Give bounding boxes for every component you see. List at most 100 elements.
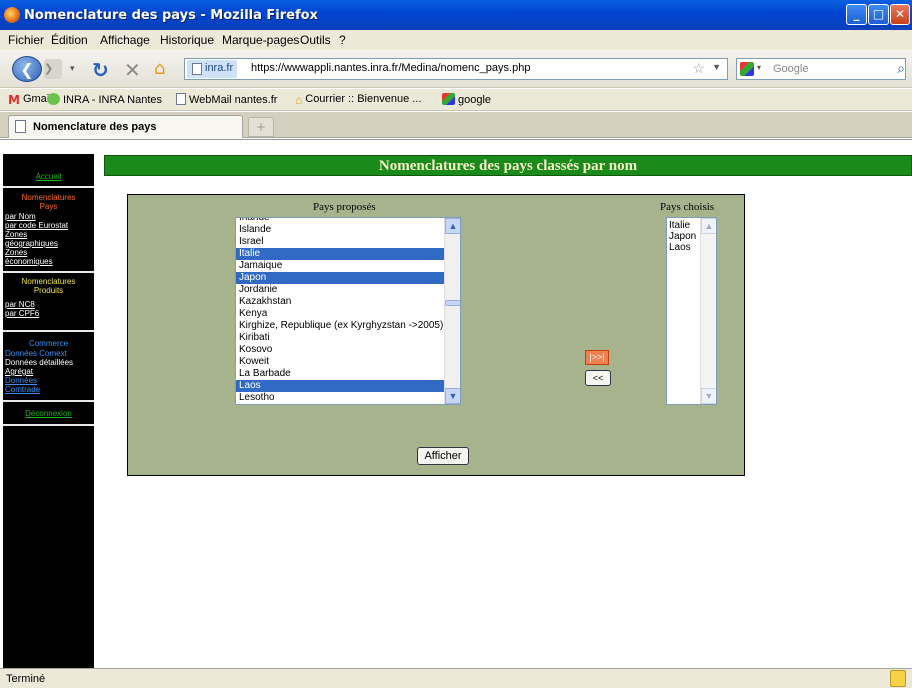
add-selected-button[interactable]: |>>|	[585, 350, 609, 365]
sidebar-link-par-code-eurostat[interactable]: par code Eurostat	[5, 221, 94, 230]
address-bar[interactable]: inra.fr https://wwwappli.nantes.inra.fr/…	[184, 58, 728, 80]
forward-button[interactable]: ❯	[44, 59, 62, 79]
chosen-list-scrollbar[interactable]: ▲ ▼	[700, 218, 716, 404]
sidebar-link-zones-eco-2[interactable]: économiques	[5, 257, 94, 266]
list-item[interactable]: Jamaique	[236, 260, 446, 272]
list-item[interactable]: Koweit	[236, 356, 446, 368]
sidebar-separator	[3, 330, 94, 332]
list-item[interactable]: Irlande	[236, 218, 446, 224]
menu-affichage[interactable]: Affichage	[100, 33, 150, 47]
sidebar-deconnexion[interactable]: Déconnexion	[3, 409, 94, 418]
sidebar-accueil[interactable]: Accueil	[3, 172, 94, 181]
maximize-button[interactable]: □	[868, 4, 889, 25]
back-button[interactable]: ❮	[12, 56, 42, 82]
proposed-countries-label: Pays proposés	[313, 201, 376, 213]
history-dropdown-icon[interactable]: ▾	[70, 64, 75, 74]
list-item[interactable]: Lesotho	[236, 392, 446, 404]
sidebar-link-zones-geo[interactable]: Zones	[5, 230, 94, 239]
menu-edition[interactable]: Édition	[51, 33, 88, 47]
scroll-up-icon[interactable]: ▲	[445, 218, 460, 234]
site-identity-badge[interactable]: inra.fr	[187, 60, 238, 78]
proposed-countries-list[interactable]: Irlande Islande Israel Italie Jamaique Japon J…	[235, 217, 461, 405]
chosen-countries-label: Pays choisis	[660, 201, 715, 213]
page-icon	[192, 63, 202, 75]
list-item[interactable]: Japon	[236, 272, 446, 284]
minimize-button[interactable]: _	[846, 4, 867, 25]
navigation-toolbar: ❮ ❯ ▾ ↻ ✕ ⌂ inra.fr https://wwwappli.nan…	[0, 50, 912, 88]
window-title: Nomenclature des pays - Mozilla Firefox	[24, 8, 318, 23]
url-text[interactable]: https://wwwappli.nantes.inra.fr/Medina/n…	[251, 62, 530, 74]
new-tab-button[interactable]: +	[248, 117, 274, 137]
home-icon: ⌂	[295, 93, 303, 107]
status-text: Terminé	[6, 673, 46, 685]
sidebar-link-zones-geo-2[interactable]: géographiques	[5, 239, 94, 248]
sidebar-link-zones-eco[interactable]: Zones	[5, 248, 94, 257]
search-box[interactable]: ▾ Google ⌕	[736, 58, 906, 80]
engine-dropdown-icon[interactable]: ▾	[757, 63, 761, 72]
proposed-options: Irlande Islande Israel Italie Jamaique Japon J…	[236, 218, 446, 404]
scroll-thumb[interactable]	[445, 300, 460, 306]
menu-help[interactable]: ?	[339, 33, 346, 47]
menu-marque-pages[interactable]: Marque-pages	[222, 33, 299, 47]
url-dropdown-icon[interactable]: ▼	[712, 62, 721, 72]
bookmark-gmail[interactable]: M Gmail	[8, 93, 52, 107]
sidebar-separator	[3, 424, 94, 426]
list-item[interactable]: Italie	[667, 220, 702, 231]
bookmark-inra[interactable]: INRA - INRA Nantes	[47, 93, 162, 106]
sidebar-link-par-nom[interactable]: par Nom	[5, 212, 94, 221]
list-item[interactable]: Japon	[667, 231, 702, 242]
reload-icon[interactable]: ↻	[92, 58, 109, 82]
google-icon	[442, 93, 455, 105]
bookmarks-bar: M Gmail INRA - INRA Nantes WebMail nantes…	[0, 89, 912, 111]
sidebar-heading-nomenclatures-pays: Nomenclatures Pays	[21, 193, 76, 211]
search-icon[interactable]: ⌕	[897, 60, 905, 77]
chosen-countries-list[interactable]: Italie Japon Laos ▲ ▼	[666, 217, 717, 405]
list-item[interactable]: Kirghize, Republique (ex Kyrghyzstan ->2…	[236, 320, 446, 332]
scroll-down-icon[interactable]: ▼	[445, 388, 460, 404]
list-item[interactable]: Laos	[236, 380, 446, 392]
sidebar-link-par-nc8[interactable]: par NC8	[5, 300, 94, 309]
search-placeholder: Google	[773, 63, 809, 75]
list-item[interactable]: Italie	[236, 248, 446, 260]
sidebar-donnees-comext: Données Comext	[5, 349, 67, 358]
menu-historique[interactable]: Historique	[160, 33, 214, 47]
lock-icon	[890, 670, 906, 687]
list-item[interactable]: Kenya	[236, 308, 446, 320]
remove-selected-button[interactable]: <<	[585, 370, 611, 386]
search-engine-icon[interactable]	[740, 62, 754, 76]
chosen-options: Italie Japon Laos	[667, 220, 702, 253]
list-item[interactable]: Israel	[236, 236, 446, 248]
page-title: Nomenclatures des pays classés par nom	[104, 155, 912, 176]
close-button[interactable]: ✕	[890, 4, 910, 25]
proposed-list-scrollbar[interactable]: ▲ ▼	[444, 218, 460, 404]
sidebar-separator	[3, 186, 94, 188]
sidebar-link-agregat[interactable]: Agrégat	[3, 367, 94, 376]
scroll-down-icon[interactable]: ▼	[701, 388, 716, 404]
home-icon[interactable]: ⌂	[154, 58, 165, 79]
sidebar-link-donnees[interactable]: Données	[3, 376, 94, 385]
inra-icon	[47, 93, 60, 105]
bookmark-star-icon[interactable]: ☆	[692, 60, 705, 77]
sidebar-link-par-cpf6[interactable]: par CPF6	[5, 309, 94, 318]
bookmark-webmail[interactable]: WebMail nantes.fr	[176, 93, 277, 106]
sidebar-donnees-detaillees: Données détaillées	[5, 358, 74, 367]
list-item[interactable]: Laos	[667, 242, 702, 253]
list-item[interactable]: Kiribati	[236, 332, 446, 344]
list-item[interactable]: Kosovo	[236, 344, 446, 356]
menu-outils[interactable]: Outils	[300, 33, 331, 47]
menu-fichier[interactable]: Fichier	[8, 33, 44, 47]
afficher-button[interactable]: Afficher	[417, 447, 469, 465]
list-item[interactable]: Islande	[236, 224, 446, 236]
sidebar: Accueil Nomenclatures Pays par Nom par c…	[3, 154, 94, 668]
sidebar-link-comtrade[interactable]: Comtrade	[3, 385, 94, 394]
tab-nomenclature-des-pays[interactable]: Nomenclature des pays	[8, 115, 243, 138]
list-item[interactable]: Kazakhstan	[236, 296, 446, 308]
page-icon	[15, 120, 26, 133]
bookmark-courrier[interactable]: ⌂ Courrier :: Bienvenue ...	[295, 93, 421, 107]
list-item[interactable]: La Barbade	[236, 368, 446, 380]
bookmark-google[interactable]: google	[442, 93, 491, 106]
list-item[interactable]: Jordanie	[236, 284, 446, 296]
scroll-up-icon[interactable]: ▲	[701, 218, 716, 234]
page-icon	[176, 93, 186, 105]
stop-icon[interactable]: ✕	[124, 58, 141, 82]
